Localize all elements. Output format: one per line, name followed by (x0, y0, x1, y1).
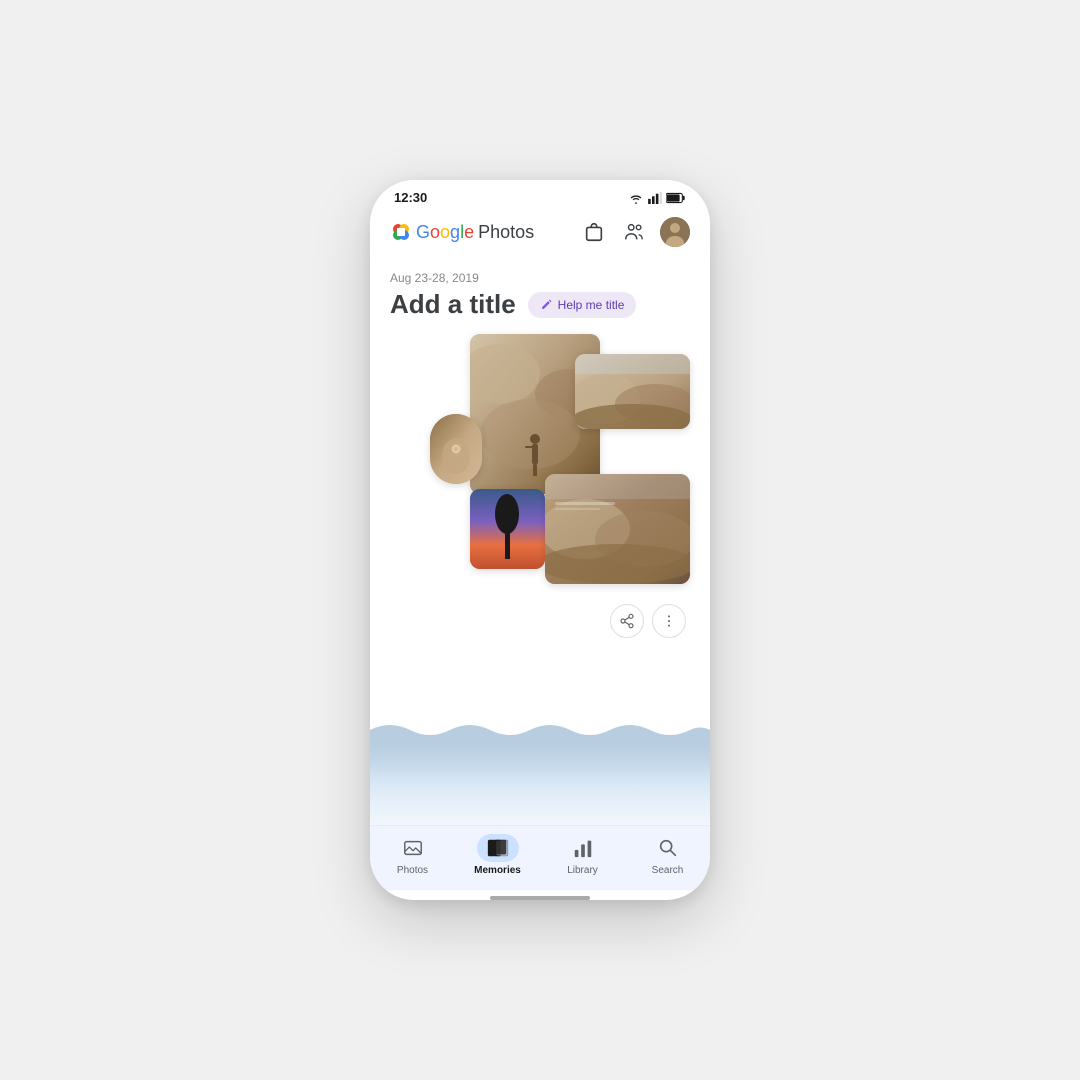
memory-card: Aug 23-28, 2019 Add a title Help me titl… (370, 257, 710, 715)
search-nav-icon (657, 837, 679, 859)
photo-rocks-bottom[interactable] (545, 474, 690, 584)
photo-sunset-tree[interactable] (470, 489, 545, 569)
nav-label-memories: Memories (474, 865, 521, 876)
nav-item-search[interactable]: Search (638, 834, 698, 876)
people-icon (623, 221, 645, 243)
photo-sunset-image (470, 489, 545, 569)
add-title-text[interactable]: Add a title (390, 289, 516, 320)
title-row: Add a title Help me title (390, 289, 690, 320)
nav-label-search: Search (652, 865, 684, 876)
wifi-icon (628, 192, 644, 204)
cloud-layer (370, 765, 710, 825)
header-icons (580, 217, 690, 247)
avatar-button[interactable] (660, 217, 690, 247)
main-content: Aug 23-28, 2019 Add a title Help me titl… (370, 257, 710, 825)
avatar-icon (660, 217, 690, 247)
nav-label-library: Library (567, 865, 598, 876)
home-indicator (490, 896, 590, 900)
wave-svg (370, 715, 710, 745)
photo-small-portrait[interactable] (430, 414, 482, 484)
nav-item-photos[interactable]: Photos (383, 834, 443, 876)
photo-collage (390, 334, 690, 594)
share-button[interactable] (610, 604, 644, 638)
status-bar: 12:30 (370, 180, 710, 211)
library-nav-icon (572, 837, 594, 859)
nav-icon-memories-wrap (477, 834, 519, 862)
nav-icon-search-wrap (647, 834, 689, 862)
status-icons (628, 192, 686, 204)
signal-icon (648, 192, 662, 204)
app-header: Google Photos (370, 211, 710, 257)
shop-icon-button[interactable] (580, 218, 608, 246)
photo-rocks-image (575, 354, 690, 429)
sky-section (370, 745, 710, 825)
google-text: Google (416, 222, 474, 243)
shopping-bag-icon (583, 221, 605, 243)
status-time: 12:30 (394, 190, 427, 205)
pen-icon (540, 298, 553, 311)
nav-icon-library-wrap (562, 834, 604, 862)
battery-icon (666, 192, 686, 204)
google-photos-logo: Google Photos (390, 221, 534, 243)
photos-text: Photos (478, 222, 534, 243)
help-me-title-button[interactable]: Help me title (528, 292, 637, 318)
people-icon-button[interactable] (620, 218, 648, 246)
nav-item-memories[interactable]: Memories (468, 834, 528, 876)
share-icon (619, 613, 635, 629)
more-options-icon (661, 613, 677, 629)
photo-portrait-image (430, 414, 482, 484)
photo-rocks-top-right[interactable] (575, 354, 690, 429)
nav-item-library[interactable]: Library (553, 834, 613, 876)
bottom-nav: Photos Memories (370, 825, 710, 890)
photo-rocks-bottom-image (545, 474, 690, 584)
help-me-title-label: Help me title (558, 298, 625, 312)
nav-icon-photos-wrap (392, 834, 434, 862)
date-range: Aug 23-28, 2019 (390, 271, 690, 285)
wave-divider (370, 715, 710, 745)
google-photos-logo-icon (390, 221, 412, 243)
memories-nav-icon (486, 837, 510, 859)
phone-frame: 12:30 (370, 180, 710, 900)
more-options-button[interactable] (652, 604, 686, 638)
photos-nav-icon (402, 837, 424, 859)
action-row (390, 604, 690, 646)
nav-label-photos: Photos (397, 865, 428, 876)
